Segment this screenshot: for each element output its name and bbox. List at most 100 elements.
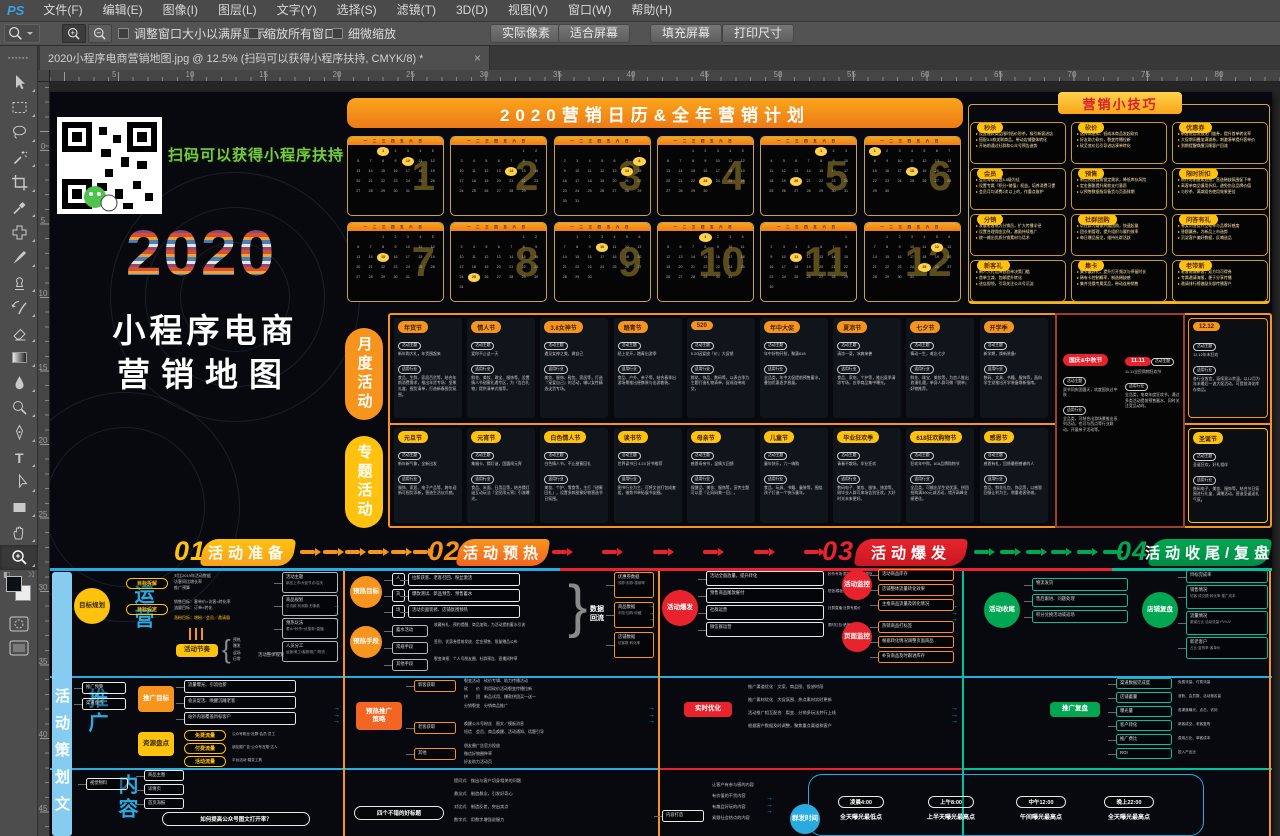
healing-brush-tool[interactable] [0, 220, 38, 245]
calendar-month-card: 一二三四五六日412345678910111213141516171819202… [657, 136, 754, 216]
clone-stamp-tool[interactable] [0, 270, 38, 295]
tip-bullet: 到期提醒唤醒沉睡客户回流 [1178, 143, 1262, 149]
menu-item[interactable]: 文件(F) [33, 0, 92, 21]
ruler-number: 55 [847, 70, 856, 79]
calendar-day: 15 [517, 167, 529, 176]
quick-mask-button[interactable] [0, 612, 38, 636]
menu-item[interactable]: 选择(S) [327, 0, 387, 21]
menu-item[interactable]: 帮助(H) [621, 0, 682, 21]
calendar-day: 1 [571, 233, 583, 242]
text-line: 拼 团 新品试用、爆款拼团买一送一 [464, 693, 648, 701]
menu-item[interactable]: 视图(V) [498, 0, 558, 21]
special-activity-card: 618狂欢购物节活动主题狂欢年中购，618品牌购物节适用行业全品类，可输出学生党… [906, 428, 974, 523]
tip-bullet: 会员月均消费2次以上的，作重点维护 [976, 189, 1060, 195]
menu-item[interactable]: 编辑(E) [93, 0, 153, 21]
calendar-day-grid: 1234567891011121314151617181920212223242… [451, 231, 546, 294]
theme-label: 活动主题 [984, 342, 1007, 351]
calendar-day: 16 [389, 253, 401, 262]
tip-bullet: 每日爆品接龙，维持社群活跃 [1077, 235, 1161, 241]
swap-colors-icon[interactable]: ⤨ [28, 570, 34, 580]
color-swatches[interactable]: ◧ ⤨ [0, 570, 37, 612]
calendar-day: 20 [815, 263, 827, 272]
crop-tool[interactable] [0, 170, 38, 195]
item-sub: 渠道占比·活动流量·PV/UV [1190, 620, 1264, 625]
option-button[interactable]: 填充屏幕 [650, 24, 722, 43]
menu-item[interactable]: 图像(I) [153, 0, 208, 21]
calendar-day: 15 [840, 253, 852, 262]
root-label: 实时优化 [695, 705, 721, 713]
calendar-day: 23 [699, 177, 711, 186]
document-canvas[interactable]: 扫码可以获得小程序扶持 2020 小程序电商 营销地图 2020营销日历&全年营… [50, 82, 1280, 836]
move-tool[interactable] [0, 70, 38, 95]
calendar-day: 26 [621, 263, 633, 272]
panel-grip-icon[interactable]: ▪▪▪▪▪▪ [0, 46, 37, 70]
calendar-day: 8 [377, 157, 389, 166]
rectangular-marquee-tool[interactable] [0, 95, 38, 120]
calendar-day: 4 [918, 233, 930, 242]
theme-text: 集福卡、猜灯谜，团圆闹元宵 [471, 461, 531, 467]
calendar-day: 23 [583, 263, 595, 272]
path-selection-tool[interactable] [0, 470, 38, 495]
pen-tool[interactable] [0, 420, 38, 445]
flow-arrows-icon: →→→ [648, 604, 655, 624]
zoom-out-button[interactable] [88, 24, 112, 43]
item-label: 内容打造 [666, 812, 683, 817]
close-tab-icon[interactable]: × [474, 51, 481, 65]
industry-label: 适用行业 [544, 365, 567, 374]
menu-item[interactable]: 窗口(W) [558, 0, 621, 21]
calendar-day: 24 [893, 177, 905, 186]
zoom-in-button[interactable] [62, 24, 86, 43]
option-checkbox[interactable]: 细微缩放 [332, 25, 396, 42]
dodge-tool[interactable] [0, 395, 38, 420]
magic-wand-tool[interactable] [0, 145, 38, 170]
diagram-text: 平台活动·裂变工具 [232, 758, 336, 764]
diagram-item: 根据转化情况调整页面商品 [878, 636, 954, 648]
menu-item[interactable]: 3D(D) [446, 0, 498, 21]
root-label: 策略 [373, 716, 386, 724]
checkbox-icon[interactable] [118, 28, 129, 39]
industry-text: 全品类，年中大促提前预售蓄水，叠加优惠逐步放量。 [764, 375, 824, 386]
diagram-item: 积分兑换活动或返场 [1032, 610, 1128, 623]
flow-arrows-icon: →→→ [766, 796, 773, 816]
option-checkbox[interactable]: 缩放所有窗口 [248, 25, 336, 42]
option-button[interactable]: 实际像素 [490, 24, 562, 43]
type-tool[interactable]: T [0, 445, 38, 470]
diagram-item: 新老客户占比·复购率·客单价 [1186, 637, 1268, 659]
option-checkbox[interactable]: 调整窗口大小以满屏显示 [118, 25, 266, 42]
blur-tool[interactable] [0, 370, 38, 395]
calendar-weekday-header: 一二三四五六日 [865, 137, 960, 145]
option-button[interactable]: 适合屏幕 [558, 24, 630, 43]
rectangle-tool[interactable] [0, 495, 38, 520]
eyedropper-tool[interactable] [0, 195, 38, 220]
zoom-tool[interactable] [0, 545, 38, 570]
calendar-day: 2 [583, 233, 595, 242]
option-button[interactable]: 打印尺寸 [722, 24, 794, 43]
eraser-tool[interactable] [0, 320, 38, 345]
calendar-day-blank [455, 147, 467, 156]
screen-mode-button[interactable] [0, 636, 38, 660]
lasso-tool[interactable] [0, 120, 38, 145]
foreground-color-swatch[interactable] [6, 576, 22, 592]
calendar-day: 15 [869, 167, 881, 176]
calendar-day: 13 [633, 243, 645, 252]
hand-tool[interactable] [0, 520, 38, 545]
menu-item[interactable]: 文字(Y) [267, 0, 327, 21]
current-tool-icon[interactable] [4, 24, 40, 43]
calendar-day: 4 [790, 243, 802, 252]
document-tab[interactable]: 2020小程序电商营销地图.jpg @ 12.5% (扫码可以获得小程序扶持, … [40, 46, 490, 70]
checkbox-icon[interactable] [248, 28, 259, 39]
menu-item[interactable]: 图层(L) [208, 0, 267, 21]
tip-card: 预售新品预售提前锁定需求，降低库存风险定金膨胀提升尾款支付意愿以预售数据指导备货… [1071, 168, 1167, 210]
dash-arrow-icon [754, 550, 769, 554]
menu-item[interactable]: 滤镜(T) [387, 0, 446, 21]
vertical-ruler[interactable]: 051015202530354045 [38, 82, 50, 836]
calendar-day: 14 [621, 167, 633, 176]
brush-tool[interactable] [0, 245, 38, 270]
horizontal-ruler[interactable]: 5101520253035404550556065707580 [50, 70, 1280, 82]
calendar-weekday-header: 一二三四五六日 [348, 137, 443, 145]
text-line: 让客户有参与感的内容 [712, 780, 818, 791]
checkbox-icon[interactable] [332, 28, 343, 39]
gradient-tool[interactable] [0, 345, 38, 370]
history-brush-tool[interactable] [0, 295, 38, 320]
calendar-day: 30 [712, 273, 724, 282]
